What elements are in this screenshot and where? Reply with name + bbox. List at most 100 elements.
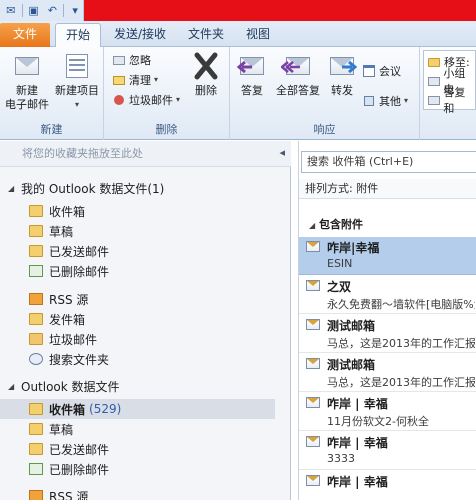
data-file-label-2: Outlook 数据文件 [21,379,120,394]
navigation-pane: 将您的收藏夹拖放至此处 ◂ ◢ 我的 Outlook 数据文件(1) 收件箱 草… [0,141,291,500]
meeting-button[interactable]: 会议 [362,61,401,80]
message-subject: 3333 [327,452,355,465]
rss-icon [29,293,43,305]
data-file-header-1[interactable]: ◢ 我的 Outlook 数据文件(1) [0,178,164,198]
folder-label: 已删除邮件 [49,462,110,477]
quick-steps-group: 移至: 小组电 答复和 [420,47,476,140]
folder-inbox[interactable]: 收件箱 [0,201,275,221]
tab-send-receive[interactable]: 发送/接收 [108,23,172,48]
junk-button[interactable]: 垃圾邮件 ▾ [112,90,180,109]
search-folder-icon [29,353,43,365]
list-item[interactable]: 测试邮箱 马总，这是2013年的工作汇报 [299,315,476,353]
undo-icon[interactable]: ↶ [44,3,60,19]
drafts-icon [29,423,43,435]
folder-label: 垃圾邮件 [49,332,98,347]
folder-sent[interactable]: 已发送邮件 [0,241,275,261]
more-label: 其他 [379,94,401,108]
message-subject: 马总，这是2013年的工作汇报 [327,376,475,389]
ignore-icon [112,53,126,67]
customize-icon[interactable]: ▾ [67,3,83,19]
new-group-label: 新建 [40,123,63,136]
tab-home[interactable]: 开始 [55,23,101,48]
folder-outbox[interactable]: 发件箱 [0,309,275,329]
delete-group: 忽略 清理 ▾ 垃圾邮件 ▾ 删除 删除 [104,47,230,140]
search-input[interactable]: 搜索 收件箱 (Ctrl+E) [301,151,476,173]
envelope-icon [306,358,320,369]
quick-step-reply-delete[interactable]: 答复和 [427,86,475,115]
folder-sent-2[interactable]: 已发送邮件 [0,439,275,459]
ribbon: 新建 电子邮件 新建项目 ▾ 新建 忽略 清理 ▾ 垃圾邮件 ▾ 删除 删除 答… [0,47,476,140]
ignore-button[interactable]: 忽略 [112,50,151,69]
folder-drafts-2[interactable]: 草稿 [0,419,275,439]
tab-folder[interactable]: 文件夹 [182,23,230,48]
calendar-icon [362,64,376,78]
delete-button[interactable]: 删除 [186,50,226,98]
envelope-icon [306,280,320,291]
folder-label: 草稿 [49,422,74,437]
sort-bar[interactable]: 排列方式: 附件 [299,179,476,199]
sent-icon [29,443,43,455]
folder-rss-2[interactable]: RSS 源 [0,486,275,500]
junk-folder-icon [29,333,43,345]
new-email-label: 新建 电子邮件 [5,84,49,111]
more-respond-button[interactable]: 其他 ▾ [362,91,408,110]
chevron-down-icon: ▾ [404,96,409,105]
message-sender: 测试邮箱 [327,358,376,372]
unread-count: (529) [89,402,122,416]
new-email-button[interactable]: 新建 电子邮件 [2,50,52,112]
respond-group: 答复 全部答复 转发 会议 其他 ▾ 响应 [230,47,420,140]
folder-junk[interactable]: 垃圾邮件 [0,329,275,349]
reply-button[interactable]: 答复 [232,50,272,98]
list-item[interactable]: 咋岸|幸福 ESIN [299,237,476,275]
envelope-icon [306,241,320,252]
message-list: 搜索 收件箱 (Ctrl+E) 排列方式: 附件 ◢ 包含附件 咋岸|幸福 ES… [298,141,476,500]
more-icon [362,94,376,108]
folder-deleted-2[interactable]: 已删除邮件 [0,459,275,479]
ribbon-tab-row: 文件 开始 发送/接收 文件夹 视图 [0,21,476,48]
mail-icon[interactable]: ✉ [3,3,19,19]
junk-icon [112,93,126,107]
cleanup-label: 清理 [129,73,151,87]
envelope-icon [306,475,320,486]
list-item[interactable]: 测试邮箱 马总，这是2013年的工作汇报 [299,354,476,392]
list-item[interactable]: 咋岸 | 幸福 [299,471,476,500]
cleanup-button[interactable]: 清理 ▾ [112,70,158,89]
envelope-icon [306,397,320,408]
folder-label: 收件箱 [49,402,86,417]
list-item[interactable]: 咋岸 | 幸福 11月份软文2-何秋全 [299,393,476,431]
forward-button[interactable]: 转发 [324,50,360,98]
message-subject: 11月份软文2-何秋全 [327,415,429,428]
folder-deleted[interactable]: 已删除邮件 [0,261,275,281]
message-sender: 咋岸 | 幸福 [327,475,388,489]
delete-icon [191,50,221,82]
reply-delete-icon [427,93,440,107]
collapse-pane-icon[interactable]: ◂ [279,146,285,159]
folder-label: 已发送邮件 [49,244,110,259]
folder-label: 发件箱 [49,312,86,327]
list-item[interactable]: 咋岸 | 幸福 3333 [299,432,476,470]
respond-group-label: 响应 [313,123,336,136]
new-items-label: 新建项目 [55,84,99,97]
team-icon [427,74,440,88]
folder-inbox-2[interactable]: 收件箱 (529) [0,399,275,419]
tab-view[interactable]: 视图 [240,23,276,48]
data-file-header-2[interactable]: ◢ Outlook 数据文件 [0,376,120,396]
message-sender: 之双 [327,280,352,294]
reply-all-button[interactable]: 全部答复 [272,50,324,98]
message-subject: 永久免费翻～墙软件[电脑版%免 [327,298,475,311]
reply-icon [237,50,267,82]
new-email-icon [12,50,42,82]
tab-file[interactable]: 文件 [0,23,50,47]
chevron-down-icon: ▾ [74,100,79,109]
inbox-icon [29,403,43,415]
group-header[interactable]: ◢ 包含附件 [299,215,363,235]
folder-rss[interactable]: RSS 源 [0,289,275,309]
save-icon[interactable]: ▣ [26,3,42,19]
list-item[interactable]: 之双 永久免费翻～墙软件[电脑版%免 [299,276,476,314]
junk-label: 垃圾邮件 [129,93,173,107]
folder-search[interactable]: 搜索文件夹 [0,349,275,369]
chevron-down-icon: ▾ [154,75,159,84]
new-items-button[interactable]: 新建项目 ▾ [52,50,102,112]
reply-label: 答复 [241,84,263,97]
folder-drafts[interactable]: 草稿 [0,221,275,241]
